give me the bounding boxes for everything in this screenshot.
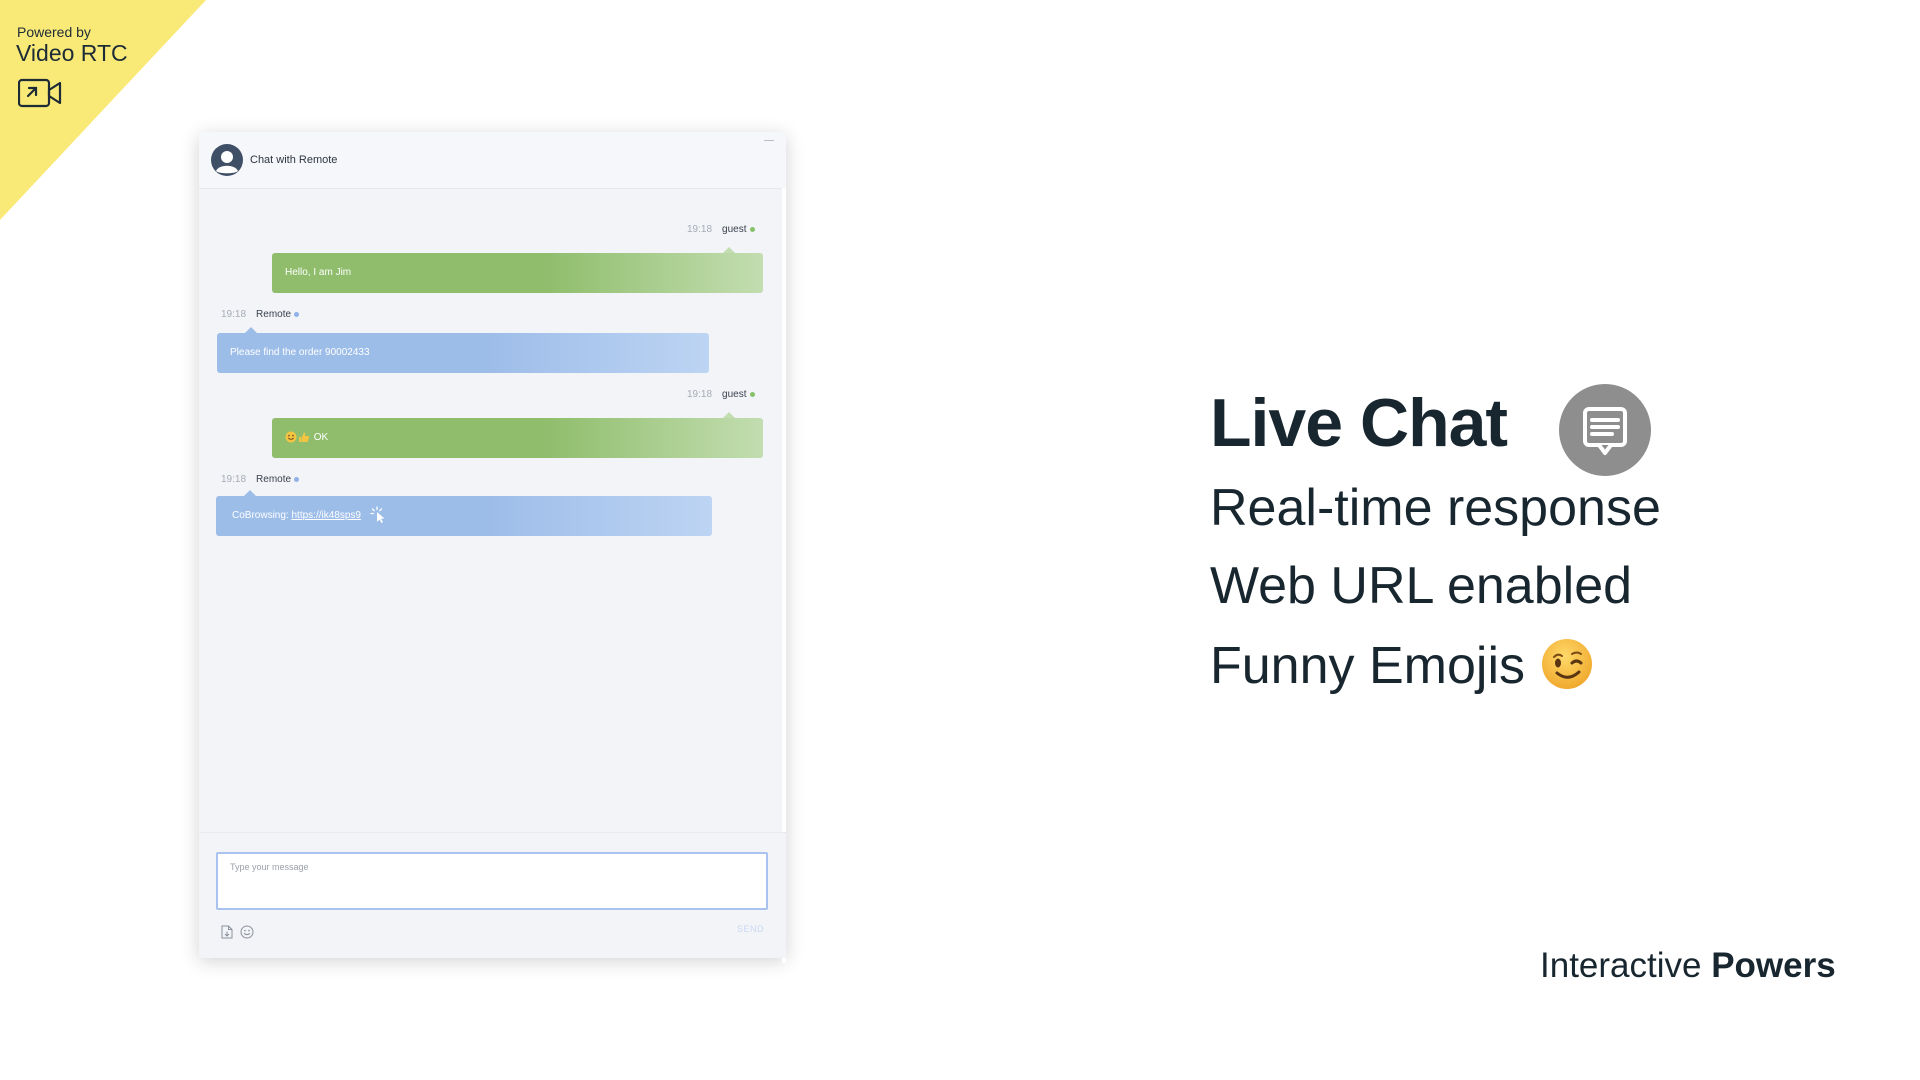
message-sender: guest (722, 224, 747, 235)
cobrowsing-label: CoBrowsing: (232, 510, 289, 521)
message-meta: 19:18 Remote (221, 309, 300, 320)
online-status-dot (294, 476, 300, 482)
chat-title: Chat with Remote (250, 154, 338, 166)
company-name-bold: Powers (1711, 946, 1836, 985)
online-status-dot (294, 311, 300, 317)
feature-emojis-text: Funny Emojis (1210, 637, 1525, 695)
message-text: Hello, I am Jim (285, 267, 352, 278)
chat-bubble-icon (1559, 384, 1651, 476)
message-time: 19:18 (687, 389, 713, 400)
message-sender: guest (722, 389, 747, 400)
message-text: OK (313, 432, 329, 443)
message-meta: 19:18 guest (687, 224, 755, 235)
cursor-click-icon[interactable] (370, 506, 390, 524)
message-bubble-guest: OK (272, 412, 763, 458)
message-bubble-remote: CoBrowsing: https://ik48sps9 (216, 490, 712, 536)
message-bubble-guest: Hello, I am Jim (272, 247, 763, 293)
message-bubble-remote: Please find the order 90002433 (217, 327, 709, 373)
message-time: 19:18 (687, 224, 713, 235)
message-time: 19:18 (221, 474, 247, 485)
company-name-light: Interactive (1540, 946, 1702, 985)
send-button[interactable]: SEND (737, 924, 764, 934)
chat-header: Chat with Remote (199, 132, 786, 189)
powered-by-label: Powered by (17, 24, 91, 40)
message-sender: Remote (256, 309, 292, 320)
wink-emoji (1542, 639, 1592, 690)
message-text: Please find the order 90002433 (230, 347, 370, 358)
brand-name: Video RTC (16, 40, 128, 66)
message-meta: 19:18 guest (687, 389, 755, 400)
thumbs-up-emoji (299, 432, 310, 443)
emoji-icon[interactable] (240, 925, 254, 939)
message-sender: Remote (256, 474, 292, 485)
video-camera-icon (18, 78, 62, 108)
feature-web-url: Web URL enabled (1210, 557, 1633, 615)
message-input[interactable] (216, 852, 768, 910)
company-logo: Interactive Powers (1540, 946, 1836, 986)
minimize-icon[interactable] (764, 140, 774, 141)
smile-emoji (285, 431, 297, 443)
powered-by-badge: Powered by Video RTC (0, 0, 210, 220)
attach-file-icon[interactable] (221, 925, 233, 939)
message-time: 19:18 (221, 309, 247, 320)
feature-real-time: Real-time response (1210, 479, 1661, 537)
message-meta: 19:18 Remote (221, 474, 300, 485)
page: Powered by Video RTC Chat with Remote 19… (0, 0, 1920, 1080)
cobrowsing-link[interactable]: https://ik48sps9 (291, 510, 360, 521)
feature-emojis: Funny Emojis (1210, 636, 1593, 696)
online-status-dot (749, 226, 755, 232)
avatar-icon (211, 144, 243, 176)
headline: Live Chat (1210, 385, 1508, 461)
chat-window: Chat with Remote 19:18 guest Hello, I am … (199, 132, 786, 963)
online-status-dot (749, 391, 755, 397)
